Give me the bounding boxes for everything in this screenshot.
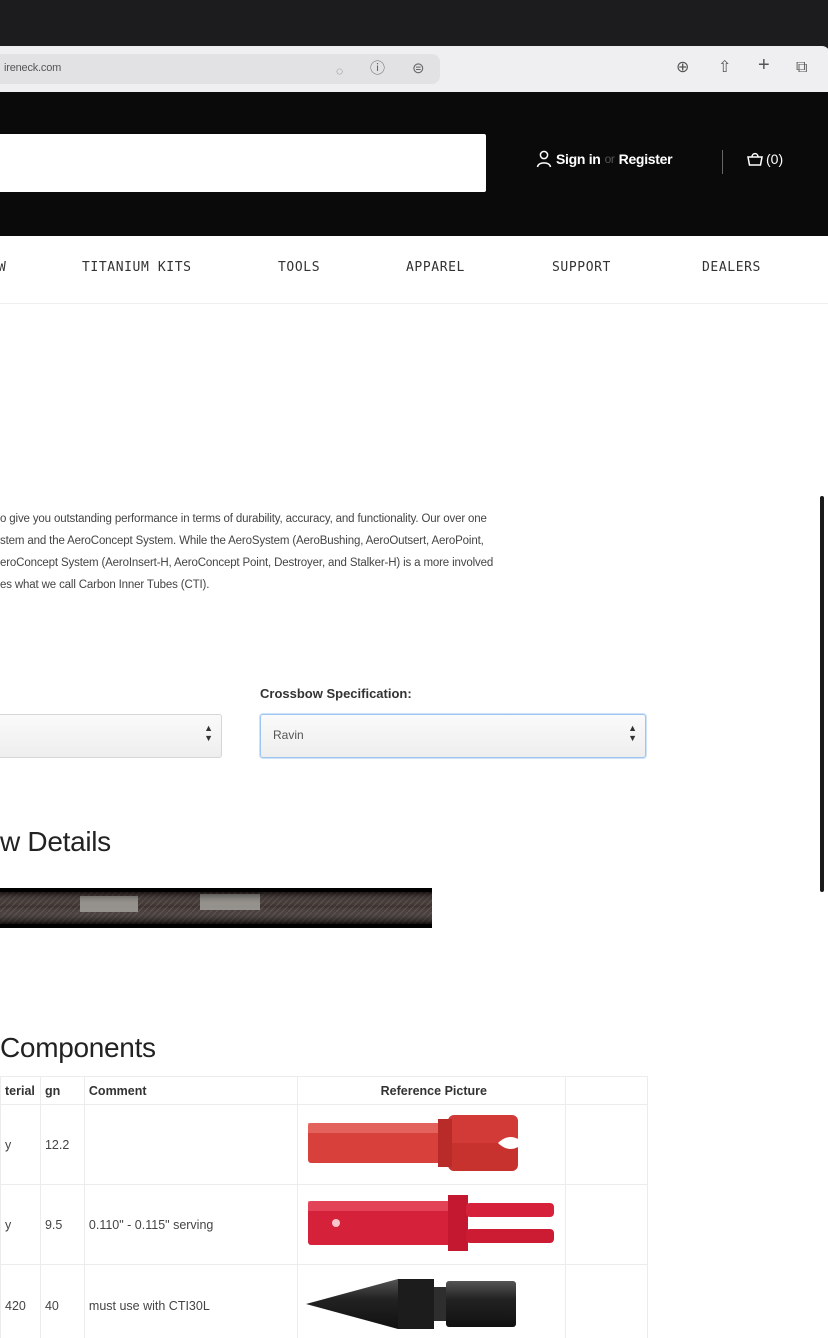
address-bar[interactable]: ireneck.com ◌ ⓘ ⊜ <box>0 54 440 84</box>
browser-top-bar: ireneck.com ◌ ⓘ ⊜ ⊕ ⇧ + ⧉ <box>0 0 828 92</box>
nock-icon <box>308 1115 523 1171</box>
new-tab-icon[interactable]: + <box>758 55 770 75</box>
chevron-updown-icon: ▲ ▼ <box>628 723 637 743</box>
info-icon[interactable]: ⓘ <box>370 60 385 78</box>
account-links: Sign in or Register <box>536 150 673 168</box>
user-icon <box>536 150 552 168</box>
table-row: y 9.5 0.110" - 0.115" serving <box>0 1184 648 1265</box>
main-nav: W TITANIUM KITS TOOLS APPAREL SUPPORT DE… <box>0 236 828 304</box>
table-header-row: terial gn Comment Reference Picture <box>0 1076 648 1105</box>
column-header: gn <box>39 1076 85 1105</box>
nav-item-support[interactable]: SUPPORT <box>552 260 611 275</box>
header-divider <box>722 150 723 174</box>
page-scrollbar[interactable] <box>820 496 824 892</box>
gn-cell: 40 <box>39 1264 85 1338</box>
intro-paragraph: o give you outstanding performance in te… <box>0 508 790 596</box>
column-header: terial <box>0 1076 41 1105</box>
intro-line: eroConcept System (AeroInsert-H, AeroCon… <box>0 557 494 569</box>
extra-cell <box>565 1264 648 1338</box>
download-icon[interactable]: ⊕ <box>676 58 689 78</box>
comment-cell: 0.110" - 0.115" serving <box>83 1184 299 1265</box>
column-header: Reference Picture <box>297 1076 567 1105</box>
picture-cell <box>297 1264 567 1338</box>
cart-button[interactable]: (0) <box>746 150 783 168</box>
select-value: Ravin <box>273 728 304 742</box>
extra-cell <box>565 1184 648 1265</box>
reader-icon[interactable]: ◌ <box>336 62 343 80</box>
material-cell: 420 <box>0 1264 41 1338</box>
picture-cell <box>297 1184 567 1265</box>
column-header <box>565 1076 648 1105</box>
privacy-icon[interactable]: ⊜ <box>412 60 425 78</box>
broadhead-point-icon <box>306 1279 517 1329</box>
material-cell: y <box>0 1104 41 1185</box>
crossbow-spec-select[interactable]: Ravin ▲ ▼ <box>260 714 646 758</box>
material-cell: y <box>0 1184 41 1265</box>
nav-item-dealers[interactable]: DEALERS <box>702 260 761 275</box>
extra-cell <box>565 1104 648 1185</box>
or-text: or <box>604 152 615 166</box>
tabs-icon[interactable]: ⧉ <box>796 58 807 78</box>
flat-nock-icon <box>308 1195 555 1251</box>
nav-item-new[interactable]: W <box>0 260 6 275</box>
table-row: y 12.2 <box>0 1104 648 1185</box>
address-text[interactable]: ireneck.com <box>4 62 61 74</box>
search-input[interactable] <box>0 134 486 192</box>
intro-line: o give you outstanding performance in te… <box>0 513 487 525</box>
nav-item-apparel[interactable]: APPAREL <box>406 260 465 275</box>
picture-cell <box>297 1104 567 1185</box>
gn-cell: 12.2 <box>39 1104 85 1185</box>
cart-icon <box>747 152 763 166</box>
intro-line: stem and the AeroConcept System. While t… <box>0 535 484 547</box>
comment-cell: must use with CTI30L <box>83 1264 299 1338</box>
column-header: Comment <box>83 1076 299 1105</box>
table-row: 420 40 must use with CTI30L <box>0 1264 648 1338</box>
gn-cell: 9.5 <box>39 1184 85 1265</box>
components-heading: Components <box>0 1032 156 1063</box>
cart-count: (0) <box>766 151 784 167</box>
arrow-spec-select[interactable]: ▲ ▼ <box>0 714 222 758</box>
crossbow-spec-label: Crossbow Specification: <box>260 686 412 701</box>
arrow-details-heading: w Details <box>0 826 111 857</box>
nav-item-tools[interactable]: TOOLS <box>278 260 320 275</box>
arrow-shaft-image <box>0 888 432 928</box>
site-header: Sign in or Register (0) <box>0 92 828 236</box>
nav-item-titanium-kits[interactable]: TITANIUM KITS <box>82 260 192 275</box>
register-link[interactable]: Register <box>619 151 673 167</box>
intro-line: es what we call Carbon Inner Tubes (CTI)… <box>0 579 210 591</box>
share-icon[interactable]: ⇧ <box>718 58 731 78</box>
components-table: terial gn Comment Reference Picture y 12… <box>0 1076 648 1338</box>
chevron-updown-icon: ▲ ▼ <box>204 723 213 743</box>
sign-in-link[interactable]: Sign in <box>556 151 601 167</box>
comment-cell <box>83 1104 299 1185</box>
browser-toolbar: ireneck.com ◌ ⓘ ⊜ ⊕ ⇧ + ⧉ <box>0 46 828 92</box>
